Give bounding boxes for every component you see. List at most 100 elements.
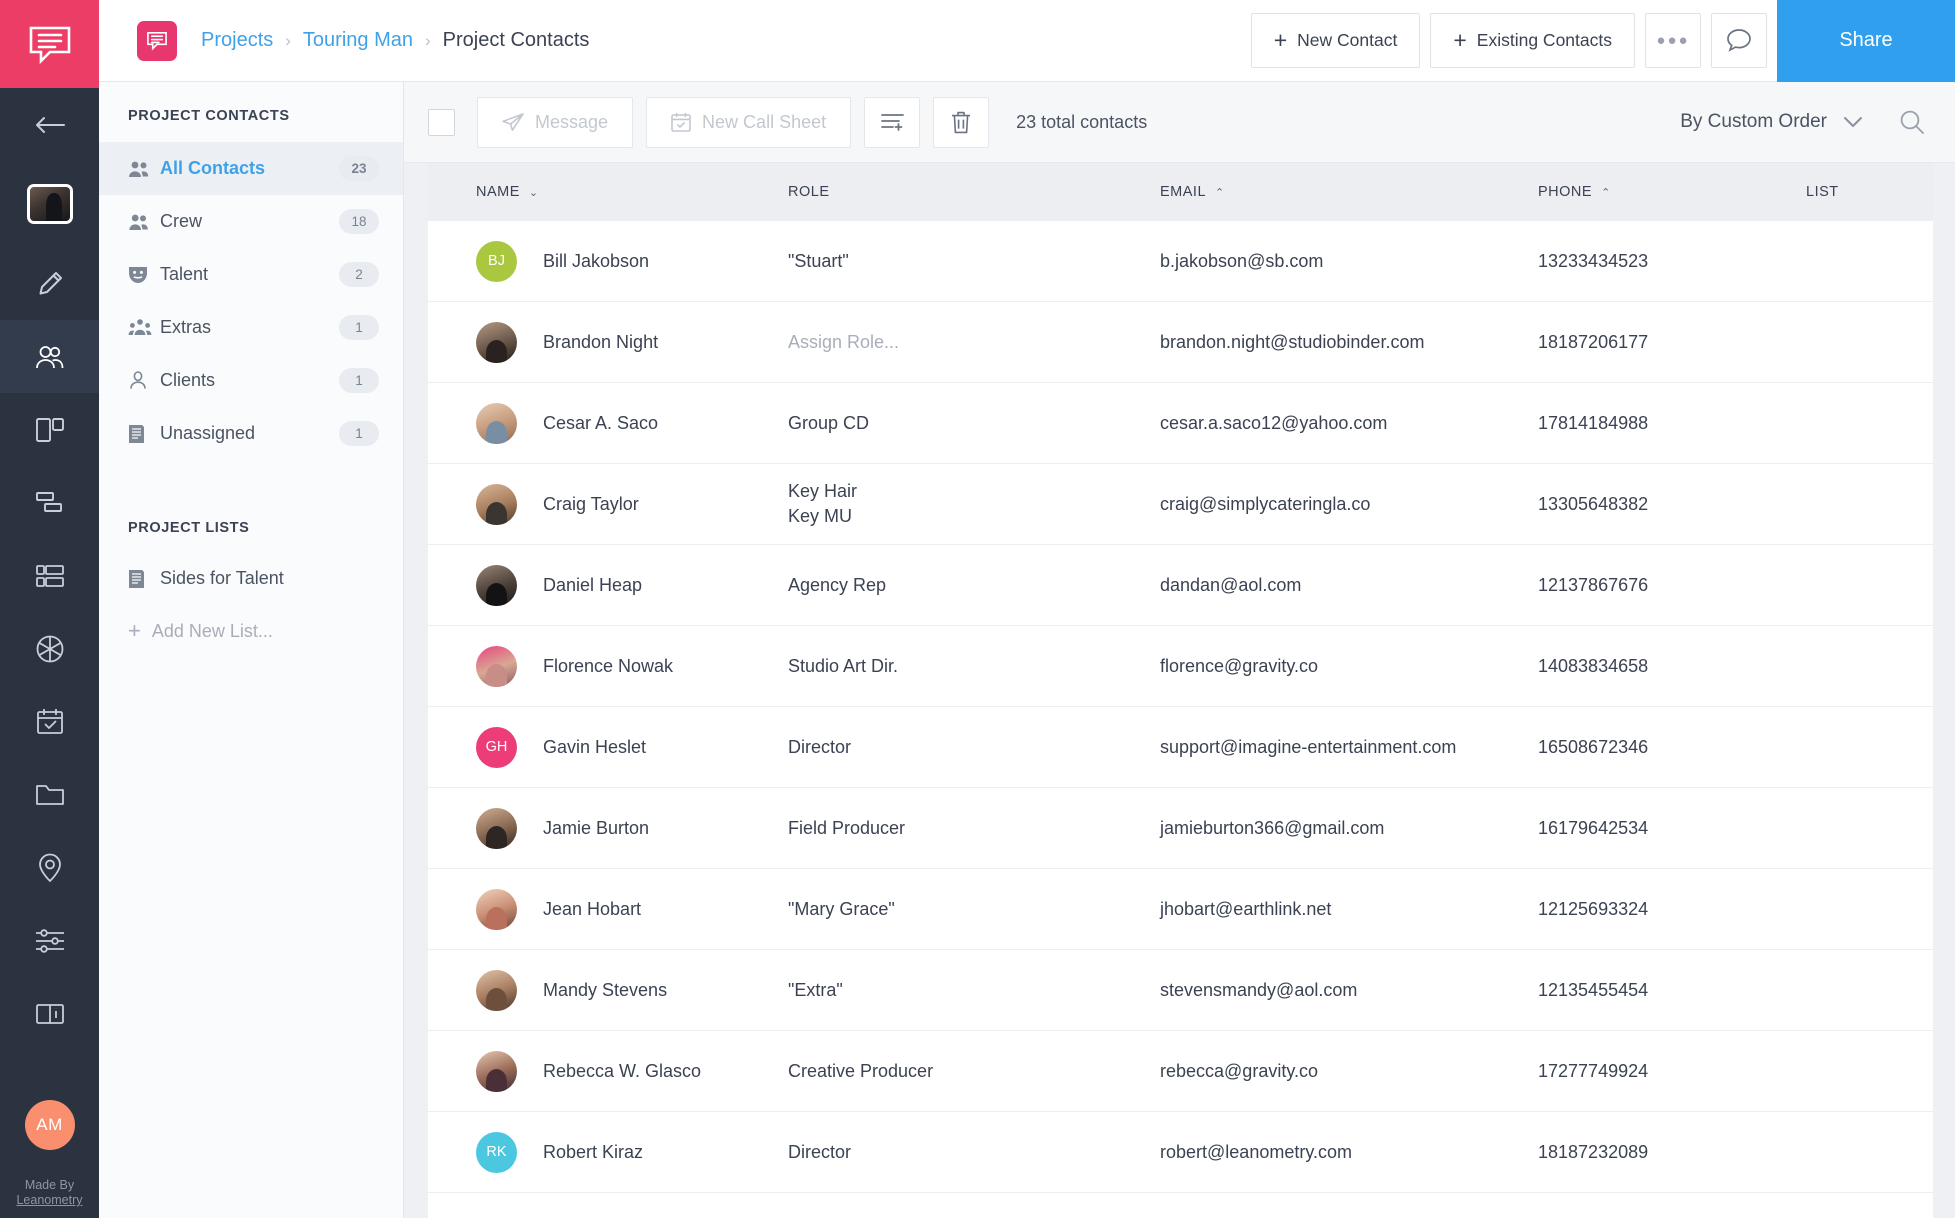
- avatar-photo: [476, 888, 517, 930]
- contact-phone[interactable]: 17814184988: [1538, 413, 1806, 434]
- contact-role[interactable]: Key Hair Key MU: [788, 479, 1160, 529]
- sidebar-item-all-contacts[interactable]: All Contacts 23: [99, 142, 403, 195]
- sort-control[interactable]: By Custom Order: [1680, 109, 1931, 135]
- sidebar-item-clients[interactable]: Clients 1: [99, 354, 403, 407]
- rail-item-schedule[interactable]: [0, 539, 99, 612]
- contact-email[interactable]: florence@gravity.co: [1160, 656, 1538, 677]
- share-button[interactable]: Share: [1777, 0, 1955, 82]
- new-contact-button[interactable]: + New Contact: [1250, 13, 1421, 68]
- search-icon[interactable]: [1899, 109, 1925, 135]
- table-row[interactable]: Rebecca W. Glasco Creative Producer rebecc…: [428, 1031, 1933, 1112]
- table-row[interactable]: GH Gavin Heslet Director support@imagine-en…: [428, 707, 1933, 788]
- assign-role-placeholder[interactable]: Assign Role...: [788, 330, 1160, 355]
- column-header-role[interactable]: ROLE: [788, 184, 1160, 200]
- contact-phone[interactable]: 12137867676: [1538, 575, 1806, 596]
- contact-email[interactable]: stevensmandy@aol.com: [1160, 980, 1538, 1001]
- contact-role[interactable]: "Mary Grace": [788, 897, 1160, 922]
- contact-email[interactable]: jamieburton366@gmail.com: [1160, 818, 1538, 839]
- new-call-sheet-button[interactable]: New Call Sheet: [646, 96, 852, 148]
- sidebar-item-talent[interactable]: Talent 2: [99, 248, 403, 301]
- table-row[interactable]: Craig Taylor Key Hair Key MU craig@simplyca…: [428, 464, 1933, 545]
- rail-item-shooting[interactable]: [0, 612, 99, 685]
- contact-email[interactable]: dandan@aol.com: [1160, 575, 1538, 596]
- breadcrumb-project[interactable]: Touring Man: [303, 29, 413, 52]
- table-row[interactable]: Daniel Heap Agency Rep dandan@aol.com 12137…: [428, 545, 1933, 626]
- sidebar-item-extras[interactable]: Extras 1: [99, 301, 403, 354]
- add-to-list-button[interactable]: [864, 96, 921, 148]
- contact-phone[interactable]: 16508672346: [1538, 737, 1806, 758]
- column-header-email[interactable]: EMAIL ⌃: [1160, 184, 1538, 200]
- contact-role[interactable]: Agency Rep: [788, 573, 1160, 598]
- table-row[interactable]: BJ Bill Jakobson "Stuart" b.jakobson@sb.com…: [428, 221, 1933, 302]
- comments-button[interactable]: [1711, 13, 1767, 68]
- contact-email[interactable]: b.jakobson@sb.com: [1160, 251, 1538, 272]
- table-scrollbar[interactable]: [1933, 163, 1955, 1218]
- contact-email[interactable]: jhobart@earthlink.net: [1160, 899, 1538, 920]
- rail-item-edit[interactable]: [0, 247, 99, 320]
- column-header-name[interactable]: NAME ⌄: [428, 184, 788, 200]
- contact-phone[interactable]: 18187206177: [1538, 332, 1806, 353]
- contact-phone[interactable]: 16179642534: [1538, 818, 1806, 839]
- rail-item-locations[interactable]: [0, 831, 99, 904]
- sidebar-list-sides-for-talent[interactable]: Sides for Talent: [99, 552, 403, 605]
- rail-item-calendar[interactable]: [0, 685, 99, 758]
- contact-phone[interactable]: 14083834658: [1538, 656, 1806, 677]
- comment-icon: [1726, 28, 1752, 53]
- contact-email[interactable]: craig@simplycateringla.co: [1160, 494, 1538, 515]
- cell-name: Florence Nowak: [428, 645, 788, 687]
- contact-email[interactable]: support@imagine-entertainment.com: [1160, 737, 1538, 758]
- contact-role[interactable]: "Stuart": [788, 249, 1160, 274]
- more-options-button[interactable]: ●●●: [1645, 13, 1701, 68]
- contact-phone[interactable]: 12125693324: [1538, 899, 1806, 920]
- contact-phone[interactable]: 17277749924: [1538, 1061, 1806, 1082]
- contact-email[interactable]: rebecca@gravity.co: [1160, 1061, 1538, 1082]
- rail-item-contacts[interactable]: [0, 320, 99, 393]
- select-all-checkbox[interactable]: [428, 108, 455, 136]
- avatar[interactable]: AM: [24, 1100, 75, 1150]
- rail-item-guide[interactable]: [0, 977, 99, 1050]
- contact-phone[interactable]: 13233434523: [1538, 251, 1806, 272]
- plus-icon: +: [1273, 27, 1288, 53]
- rail-item-storyboard[interactable]: [0, 393, 99, 466]
- table-row[interactable]: Jamie Burton Field Producer jamieburton366…: [428, 788, 1933, 869]
- column-header-list[interactable]: LIST: [1806, 184, 1933, 200]
- contact-phone[interactable]: 13305648382: [1538, 494, 1806, 515]
- message-button[interactable]: Message: [477, 96, 634, 148]
- app-logo[interactable]: [0, 0, 99, 88]
- cell-name: Brandon Night: [428, 321, 788, 363]
- rail-item-project-thumbnail[interactable]: [0, 161, 99, 247]
- extras-group-icon: [128, 318, 160, 337]
- add-new-list-button[interactable]: + Add New List...: [99, 605, 403, 657]
- contact-role[interactable]: Field Producer: [788, 816, 1160, 841]
- made-by-line2[interactable]: Leanometry: [16, 1193, 82, 1208]
- contact-role[interactable]: Creative Producer: [788, 1059, 1160, 1084]
- existing-contacts-button[interactable]: + Existing Contacts: [1430, 13, 1635, 68]
- studiobinder-logo[interactable]: [137, 20, 177, 61]
- sidebar-item-unassigned[interactable]: Unassigned 1: [99, 407, 403, 460]
- contact-role[interactable]: Director: [788, 735, 1160, 760]
- rail-item-settings[interactable]: [0, 904, 99, 977]
- rail-item-shotlist[interactable]: [0, 466, 99, 539]
- table-row[interactable]: RK Robert Kiraz Director robert@leanometry.…: [428, 1112, 1933, 1193]
- table-row[interactable]: Jean Hobart "Mary Grace" jhobart@earthlink…: [428, 869, 1933, 950]
- contact-role[interactable]: Studio Art Dir.: [788, 654, 1160, 679]
- rail-item-files[interactable]: [0, 758, 99, 831]
- table-row[interactable]: Brandon Night Assign Role... brandon.night…: [428, 302, 1933, 383]
- table-row[interactable]: Mandy Stevens "Extra" stevensmandy@aol.com…: [428, 950, 1933, 1031]
- table-row[interactable]: Florence Nowak Studio Art Dir. florence@gr…: [428, 626, 1933, 707]
- sidebar-item-crew[interactable]: Crew 18: [99, 195, 403, 248]
- contact-role[interactable]: "Extra": [788, 978, 1160, 1003]
- contact-email[interactable]: robert@leanometry.com: [1160, 1142, 1538, 1163]
- contact-email[interactable]: brandon.night@studiobinder.com: [1160, 332, 1538, 353]
- breadcrumb-projects[interactable]: Projects: [201, 29, 273, 52]
- contact-email[interactable]: cesar.a.saco12@yahoo.com: [1160, 413, 1538, 434]
- contact-role[interactable]: Director: [788, 1140, 1160, 1165]
- contact-phone[interactable]: 18187232089: [1538, 1142, 1806, 1163]
- rail-item-back[interactable]: [0, 88, 99, 161]
- delete-button[interactable]: [933, 96, 990, 148]
- table-row[interactable]: Cesar A. Saco Group CD cesar.a.saco12@yaho…: [428, 383, 1933, 464]
- contact-phone[interactable]: 12135455454: [1538, 980, 1806, 1001]
- column-header-phone[interactable]: PHONE ⌃: [1538, 184, 1806, 200]
- main-content: Message New Call Sheet 23 total contacts…: [404, 82, 1955, 1218]
- contact-role[interactable]: Group CD: [788, 411, 1160, 436]
